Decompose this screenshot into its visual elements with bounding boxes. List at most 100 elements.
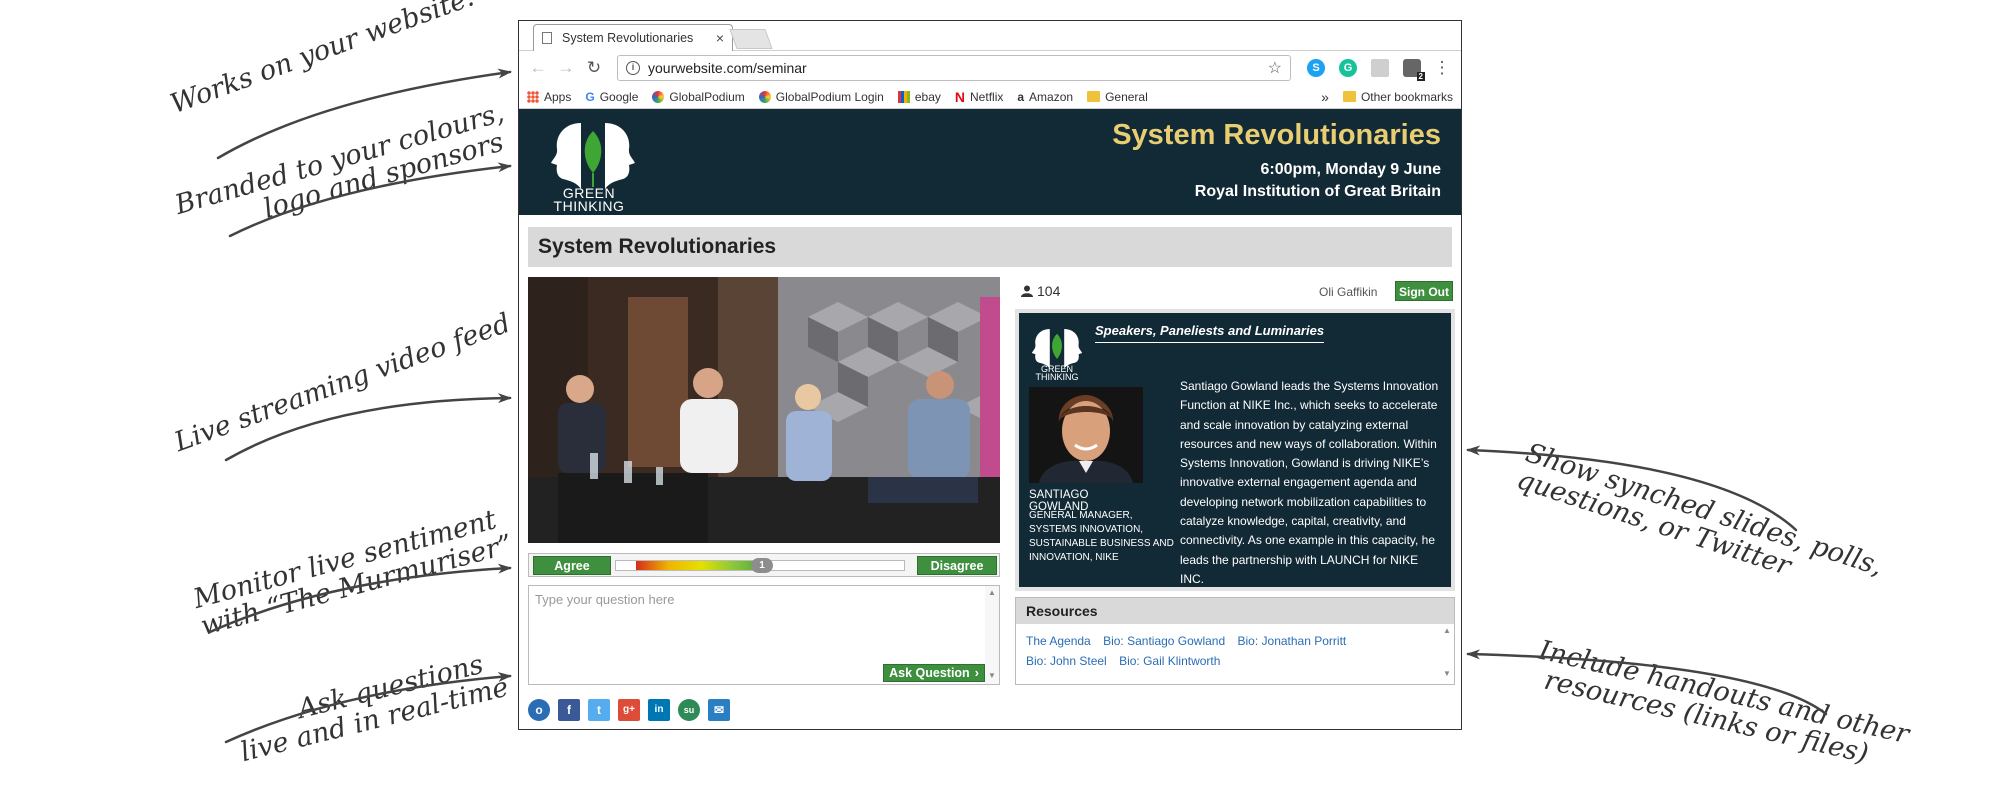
question-scrollbar[interactable]: ▲ ▼ (985, 586, 999, 684)
linkedin-icon[interactable]: in (648, 699, 670, 721)
sentiment-slider[interactable]: 1 (615, 558, 905, 573)
annotation-handouts: Include handouts and other resources (li… (1530, 635, 1912, 777)
question-box: ▲ ▼ Ask Question › (528, 585, 1000, 685)
annotation-sentiment: Monitor live sentiment with “The Murmuri… (190, 504, 516, 642)
banner-title: System Revolutionaries (1112, 119, 1441, 151)
speaker-photo (1029, 387, 1143, 483)
bookmark-label: Amazon (1029, 89, 1074, 104)
bookmark-label: GlobalPodium Login (775, 89, 884, 104)
logo-text: THINKING (1035, 372, 1079, 382)
page-title: System Revolutionaries (528, 227, 1452, 267)
bookmark-label: General (1105, 89, 1148, 104)
email-icon[interactable]: ✉ (708, 699, 730, 721)
globalpodium-icon (652, 90, 665, 103)
page-content: GREEN THINKING System Revolutionaries 6:… (519, 109, 1461, 729)
address-bar[interactable]: i yourwebsite.com/seminar ☆ (617, 55, 1291, 81)
resources-heading: Resources (1016, 598, 1454, 624)
extension-badge-icon[interactable]: 2 (1403, 59, 1425, 81)
bookmark-other[interactable]: Other bookmarks (1342, 89, 1453, 104)
bookmarks-overflow-icon[interactable]: » (1321, 89, 1329, 105)
bookmark-label: ebay (914, 89, 941, 104)
stumbleupon-icon[interactable]: su (678, 699, 700, 721)
podium-share-icon[interactable]: o (528, 699, 550, 721)
agree-button[interactable]: Agree (533, 556, 611, 575)
speakers-heading: Speakers, Paneliests and Luminaries (1095, 323, 1325, 343)
disagree-button[interactable]: Disagree (917, 556, 997, 575)
bookmarks-bar: Apps G Google GlobalPodium GlobalPodium … (519, 85, 1461, 109)
video-frame (528, 277, 1000, 543)
tab-bar: System Revolutionaries × (519, 21, 1461, 51)
event-banner: GREEN THINKING System Revolutionaries 6:… (519, 109, 1461, 215)
video-player[interactable] (528, 277, 1000, 543)
google-plus-icon[interactable]: g+ (618, 699, 640, 721)
annotation-questions: Ask questions live and in real-time (231, 646, 512, 768)
resource-link-agenda[interactable]: The Agenda (1026, 634, 1091, 648)
annotation-text: Works on your website! (166, 0, 481, 121)
sentiment-slider-handle[interactable]: 1 (751, 558, 773, 573)
info-icon[interactable]: i (626, 61, 640, 75)
folder-icon (1087, 91, 1101, 102)
google-icon: G (585, 89, 595, 104)
resources-panel: Resources The Agenda Bio: Santiago Gowla… (1015, 597, 1455, 685)
ask-question-button[interactable]: Ask Question › (883, 664, 985, 682)
sentiment-gradient (636, 561, 766, 570)
speaker-role: GENERAL MANAGER, SYSTEMS INNOVATION, SUS… (1029, 510, 1174, 563)
annotation-slides: Show synched slides, polls, questions, o… (1513, 437, 1886, 608)
bookmark-apps[interactable]: Apps (527, 90, 571, 104)
globalpodium-icon (758, 90, 771, 103)
facebook-icon[interactable]: f (558, 699, 580, 721)
page-icon (542, 32, 552, 44)
apps-grid-icon (527, 90, 539, 103)
annotation-text: Live streaming video feed (170, 307, 515, 459)
bookmark-ebay[interactable]: ebay (897, 89, 941, 104)
new-tab-button[interactable] (729, 29, 773, 49)
skype-extension-icon[interactable]: S (1307, 59, 1325, 77)
bookmark-globalpodium[interactable]: GlobalPodium (652, 90, 745, 104)
person-icon (1021, 285, 1033, 297)
bookmark-google[interactable]: G Google (585, 90, 638, 104)
bookmark-globalpodium-login[interactable]: GlobalPodium Login (758, 89, 884, 104)
grammarly-extension-icon[interactable]: G (1339, 59, 1357, 77)
pdf-extension-icon[interactable] (1371, 59, 1389, 77)
user-name: Oli Gaffikin (1319, 285, 1378, 299)
twitter-icon[interactable]: t (588, 699, 610, 721)
back-icon[interactable]: ← (527, 58, 549, 78)
bookmark-star-icon[interactable]: ☆ (1268, 58, 1282, 78)
bookmark-general[interactable]: General (1087, 90, 1148, 104)
chevron-right-icon: › (974, 666, 979, 680)
banner-date: 6:00pm, Monday 9 June (1260, 161, 1442, 178)
resources-links: The Agenda Bio: Santiago Gowland Bio: Jo… (1016, 624, 1431, 671)
bookmark-label: Other bookmarks (1360, 89, 1453, 104)
resource-link-bio-jonathan-porritt[interactable]: Bio: Jonathan Porritt (1238, 634, 1347, 648)
tab-title: System Revolutionaries (562, 31, 694, 45)
close-tab-icon[interactable]: × (716, 30, 724, 46)
sign-out-button[interactable]: Sign Out (1395, 281, 1453, 301)
speaker-portrait (1029, 387, 1143, 483)
browser-window: System Revolutionaries × ← → ↻ i yourweb… (518, 20, 1462, 730)
logo-text: THINKING (553, 198, 625, 214)
browser-menu-icon[interactable]: ⋮ (1431, 58, 1453, 78)
annotation-branded: Branded to your colours, logo and sponso… (172, 97, 515, 247)
annotation-website: Works on your website! (166, 0, 481, 121)
bookmark-netflix[interactable]: N Netflix (955, 89, 1003, 105)
bookmark-label: Google (599, 89, 639, 104)
annotation-video: Live streaming video feed (170, 307, 515, 459)
share-bar: o f t g+ in su ✉ (528, 699, 730, 721)
bookmark-label: Netflix (970, 89, 1004, 104)
resource-link-bio-santiago-gowland[interactable]: Bio: Santiago Gowland (1103, 634, 1225, 648)
resources-scrollbar[interactable]: ▲ ▼ (1440, 624, 1454, 684)
browser-tab[interactable]: System Revolutionaries × (533, 24, 733, 51)
folder-icon (1342, 91, 1356, 102)
resource-link-bio-gail-klintworth[interactable]: Bio: Gail Klintworth (1119, 654, 1220, 668)
forward-icon[interactable]: → (555, 58, 577, 78)
nav-bar: ← → ↻ i yourwebsite.com/seminar ☆ S G 2 … (519, 51, 1461, 85)
reload-icon[interactable]: ↻ (583, 58, 605, 78)
resource-link-bio-john-steel[interactable]: Bio: John Steel (1026, 654, 1107, 668)
speakers-panel: GREEN THINKING Speakers, Paneliests and … (1015, 309, 1455, 591)
bookmark-label: Apps (544, 89, 572, 104)
ask-question-label: Ask Question (889, 666, 970, 680)
bookmark-amazon[interactable]: a Amazon (1017, 90, 1073, 104)
logo-wordmark: GREEN THINKING (539, 186, 639, 214)
question-input[interactable] (529, 586, 969, 676)
amazon-icon: a (1017, 89, 1025, 104)
